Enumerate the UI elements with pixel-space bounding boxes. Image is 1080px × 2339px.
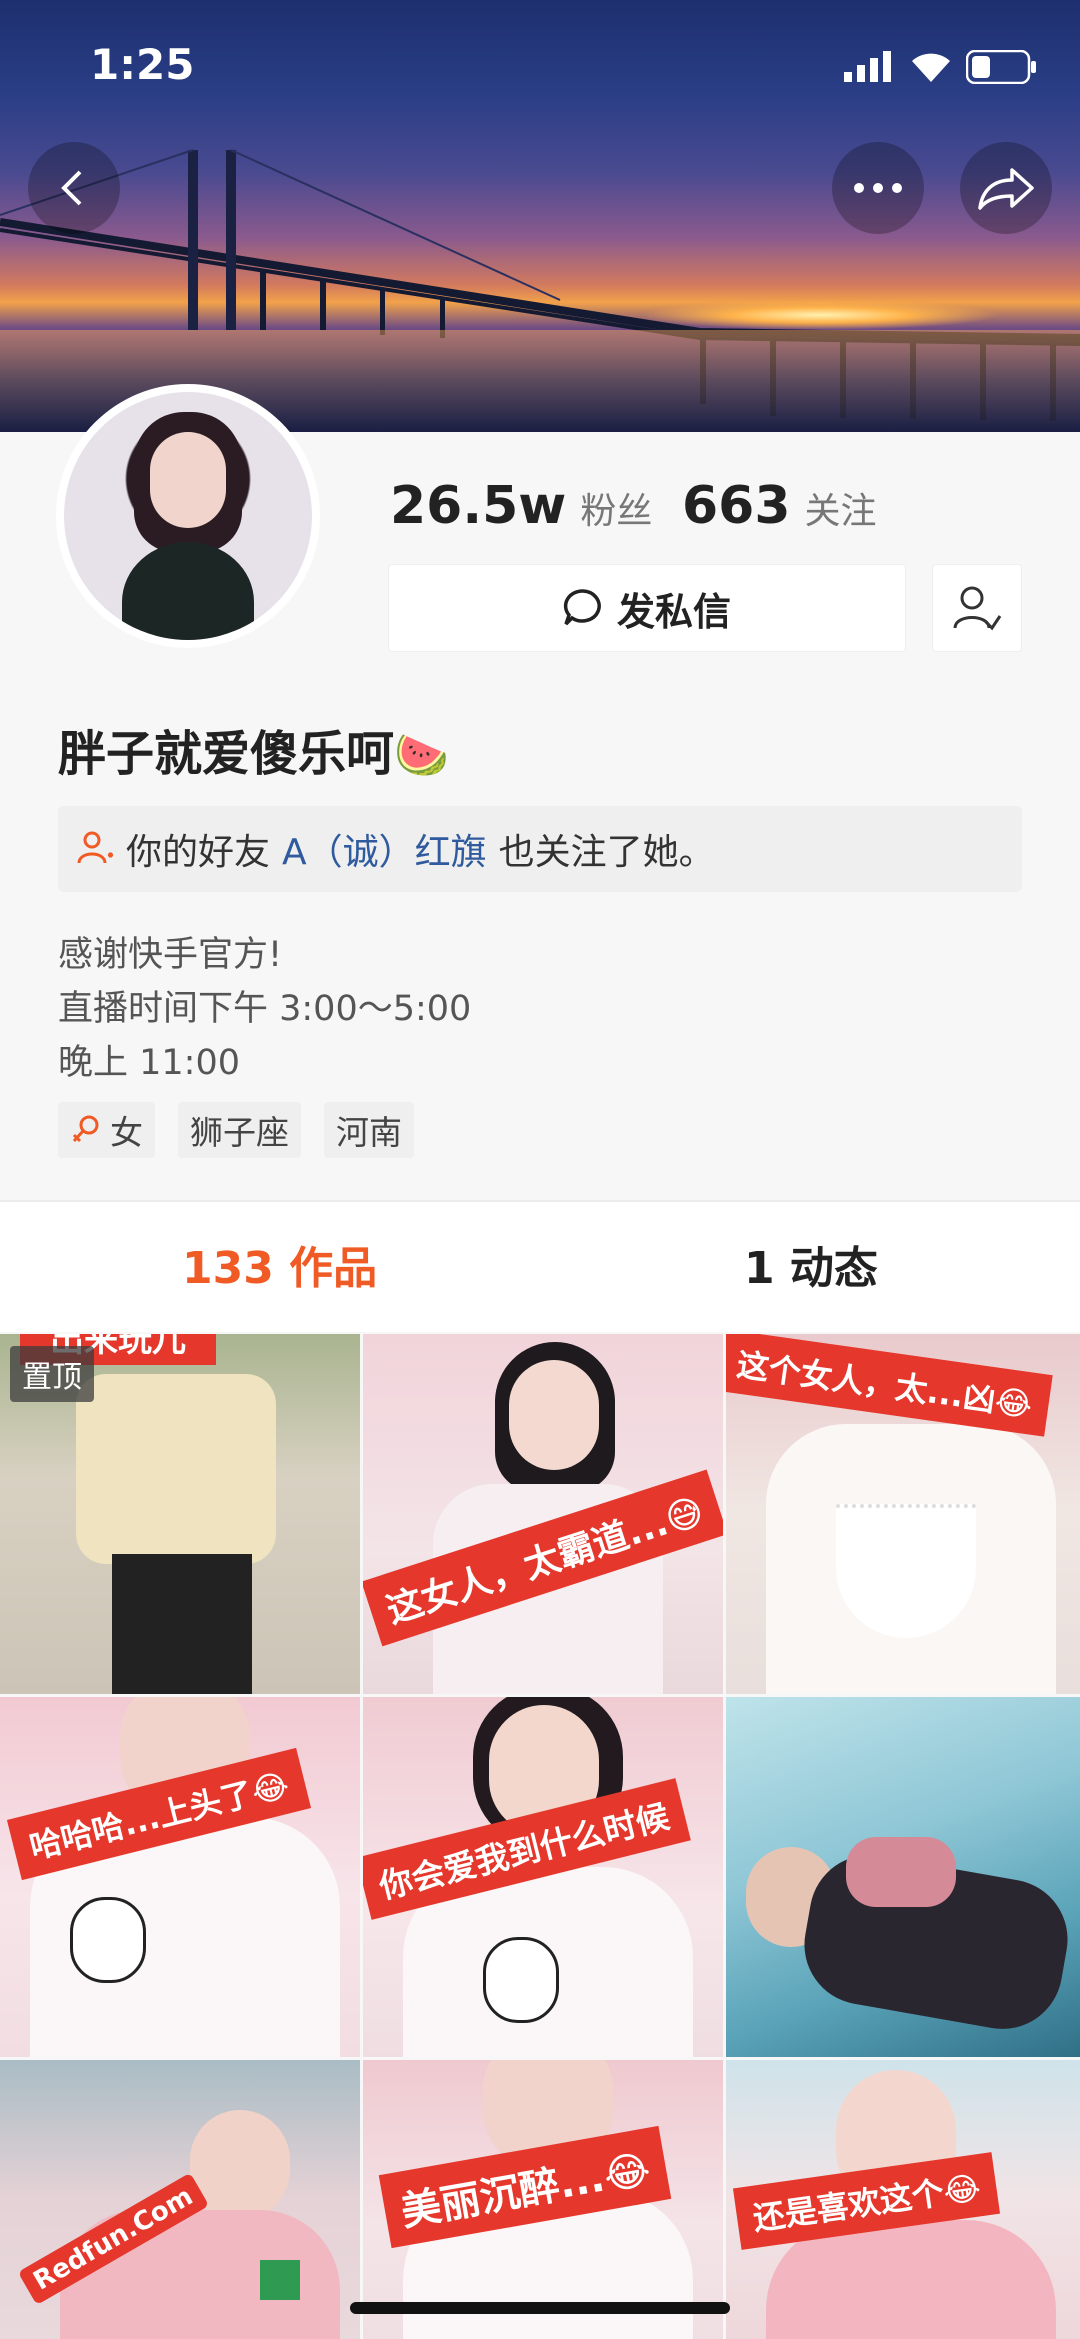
wifi-icon: [908, 48, 954, 88]
watermelon-emoji: 🍉: [394, 730, 449, 781]
tab-moments[interactable]: 1 动态: [744, 1232, 878, 1296]
video-thumb-9[interactable]: 还是喜欢这个😂: [726, 2060, 1080, 2339]
home-indicator[interactable]: [350, 2302, 730, 2314]
followers-stat[interactable]: 26.5w 粉丝: [390, 476, 652, 536]
followers-label: 粉丝: [580, 491, 653, 532]
battery-icon: [965, 49, 1038, 88]
send-message-button[interactable]: 发私信: [388, 564, 906, 652]
thumb1-shirt: [76, 1374, 276, 1564]
more-dots-icon: [854, 183, 902, 193]
video-thumb-5[interactable]: 你会爱我到什么时候: [363, 1697, 723, 2057]
avatar-face: [150, 432, 226, 528]
video-thumb-4[interactable]: 哈哈哈...上头了😂: [0, 1697, 360, 2057]
female-icon: [72, 1115, 99, 1143]
follow-status-button[interactable]: [932, 564, 1022, 652]
thumb6-top: [846, 1837, 956, 1907]
bio-line-3: 晚上 11:00: [58, 1043, 240, 1083]
following-stat[interactable]: 663 关注: [682, 476, 877, 536]
video-thumb-6[interactable]: [726, 1697, 1080, 2057]
content-tabs: [0, 1202, 1080, 1332]
status-time: 1:25: [90, 40, 195, 89]
more-button[interactable]: [832, 142, 924, 234]
mutual-friend-notice[interactable]: 你的好友 A（诚）红旗 也关注了她。: [58, 806, 1022, 892]
profile-name-text: 胖子就爱傻乐呵: [58, 726, 395, 782]
thumb3-top: [836, 1504, 976, 1638]
friend-suffix: 也关注了她。: [498, 832, 715, 873]
friend-name-link[interactable]: A（诚）红旗: [282, 823, 487, 875]
following-count: 663: [682, 476, 791, 536]
tag-gender-label: 女: [110, 1113, 143, 1152]
share-button[interactable]: [960, 142, 1052, 234]
sunset-glow: [640, 300, 1000, 330]
thumb2-face: [509, 1360, 599, 1470]
followers-count: 26.5w: [390, 476, 567, 536]
panda-toy: [70, 1897, 146, 1983]
video-thumb-8[interactable]: 美丽沉醉...😂: [363, 2060, 723, 2339]
caption-2: 这个女人，太...凶😂: [726, 1334, 1053, 1437]
chat-bubble-icon: [563, 589, 601, 626]
avatar-dress: [122, 542, 254, 640]
profile-name: 胖子就爱傻乐呵🍉: [58, 714, 449, 784]
send-message-label: 发私信: [616, 589, 731, 634]
video-thumb-7[interactable]: Redfun.Com: [0, 2060, 360, 2339]
bio-line-1: 感谢快手官方!: [58, 935, 283, 975]
following-label: 关注: [804, 491, 877, 532]
friend-icon: [77, 831, 115, 867]
share-icon: [978, 168, 1034, 210]
video-thumb-2[interactable]: 这女人，太霸道...😅: [363, 1334, 723, 1694]
tag-region: 河南: [324, 1102, 414, 1158]
signal-icon: [842, 50, 896, 88]
chevron-left-icon: [61, 170, 82, 206]
video-thumb-1[interactable]: 出来玩儿 置顶: [0, 1334, 360, 1694]
avatar[interactable]: [64, 392, 312, 640]
tag-zodiac: 狮子座: [178, 1102, 301, 1158]
exit-sign: [260, 2260, 300, 2300]
friend-prefix: 你的好友: [126, 832, 271, 873]
back-button[interactable]: [28, 142, 120, 234]
pinned-badge: 置顶: [10, 1346, 94, 1402]
video-thumb-3[interactable]: 这个女人，太...凶😂: [726, 1334, 1080, 1694]
user-check-icon: [953, 586, 1002, 631]
tab-works[interactable]: 133 作品: [182, 1232, 377, 1296]
thumb1-pants: [112, 1554, 252, 1694]
tag-gender: 女: [58, 1102, 155, 1158]
bio-line-2: 直播时间下午 3:00～5:00: [58, 989, 472, 1029]
panda-toy-2: [483, 1937, 559, 2023]
